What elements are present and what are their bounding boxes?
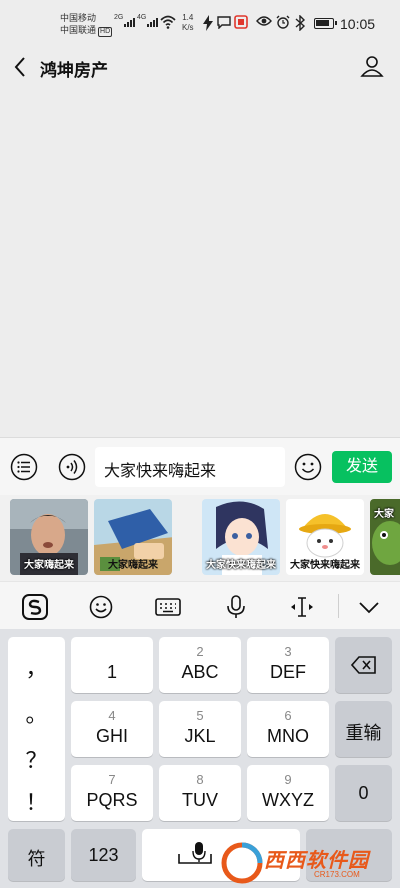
key-1[interactable]: 1 [71,637,153,693]
symbol-key[interactable]: 符 [8,829,65,881]
sticker-item[interactable]: 大家 [370,499,400,575]
sticker-item[interactable]: 大家嗨起来 [94,499,172,575]
list-icon[interactable] [10,453,38,481]
carrier-2: 中国联通 [60,25,97,35]
watermark-sub: CR173.COM [314,870,360,879]
reenter-key[interactable]: 重输 [335,701,392,757]
space-mic-icon [192,842,206,862]
key-9[interactable]: 9 WXYZ [247,765,329,821]
sticker-caption: 大家快来嗨起来 [290,560,360,571]
backspace-icon [351,656,376,674]
network-speed: 1.4 K/s [182,13,194,33]
signal-2-icon [147,18,158,27]
symbol-label: 符 [27,849,46,869]
zero-key[interactable]: 0 [335,765,392,821]
signal-2-tag: 4G [137,14,147,21]
smiley-icon[interactable] [294,453,322,481]
message-input[interactable]: 大家快来嗨起来 [95,447,285,487]
sticker-item[interactable]: 大家嗨起来 [10,499,88,575]
sticker-item[interactable]: 大家快来嗨起来 [202,499,280,575]
notification-icon [234,15,248,29]
flash-icon [203,15,213,31]
watermark-logo-icon [221,842,263,884]
backspace-key[interactable] [335,637,392,693]
signal-1-icon [124,18,135,27]
key-4[interactable]: 4 GHI [71,701,153,757]
chat-title: 鸿坤房产 [40,61,108,80]
sticker-suggestions: 大家嗨起来 大家嗨起来 大家快来嗨起来 大家快来嗨起来 大家 [0,495,400,581]
chat-message-area[interactable] [0,88,400,437]
punct-question-key[interactable]: ？ [8,743,65,775]
voice-icon[interactable] [58,453,86,481]
back-button[interactable] [10,54,30,80]
profile-button[interactable] [360,54,384,78]
toolbar-divider [338,594,339,618]
keyboard-icon[interactable] [155,594,181,620]
watermark: 西西软件园 CR173.COM [218,838,400,888]
clock: 10:05 [340,16,376,32]
sticker-caption: 大家嗨起来 [24,560,74,571]
punct-comma-key[interactable]: ， [8,651,65,683]
key-2[interactable]: 2 ABC [159,637,241,693]
wifi-icon [160,15,176,29]
alarm-icon [276,15,290,29]
hd-badge: HD [98,27,113,37]
microphone-icon[interactable] [223,594,249,620]
send-button[interactable]: 发送 [332,451,392,483]
sticker-caption: 大家嗨起来 [108,560,158,571]
input-bar: 大家快来嗨起来 发送 [0,437,400,495]
watermark-text: 西西软件园 [264,850,369,872]
key-3[interactable]: 3 DEF [247,637,329,693]
message-icon [217,16,231,29]
punct-period-key[interactable]: 。 [8,697,65,729]
emoji-icon[interactable] [88,594,114,620]
reenter-label: 重输 [345,723,382,743]
sticker-caption: 大家 [374,509,394,520]
key-6[interactable]: 6 MNO [247,701,329,757]
cursor-icon[interactable] [289,594,315,620]
sticker-caption: 大家快来嗨起来 [206,560,276,571]
battery-icon [314,18,337,29]
key-7[interactable]: 7 PQRS [71,765,153,821]
net-speed-unit: K/s [182,23,194,32]
battery-fill [316,20,329,26]
carrier-info: 中国移动 中国联通 HD [60,12,113,37]
chevron-down-icon[interactable] [356,594,382,620]
eye-icon [256,16,272,26]
zero-label: 0 [358,783,369,803]
numeric-key[interactable]: 123 [71,829,136,881]
punct-exclaim-key[interactable]: ！ [8,785,65,817]
sticker-item[interactable]: 大家快来嗨起来 [286,499,364,575]
carrier-1: 中国移动 [60,13,97,23]
status-bar: 中国移动 中国联通 HD 2G 4G 1.4 K/s 10:05 [0,0,400,46]
chat-header: 鸿坤房产 [0,46,400,88]
key-5[interactable]: 5 JKL [159,701,241,757]
sogou-logo-icon[interactable] [22,594,48,620]
punctuation-column[interactable]: ， 。 ？ ！ [8,637,65,821]
key-8[interactable]: 8 TUV [159,765,241,821]
net-speed-value: 1.4 [182,13,194,22]
signal-1-tag: 2G [114,14,124,21]
numeric-label: 123 [88,845,119,865]
bluetooth-icon [295,15,306,31]
keyboard-toolbar [0,581,400,629]
